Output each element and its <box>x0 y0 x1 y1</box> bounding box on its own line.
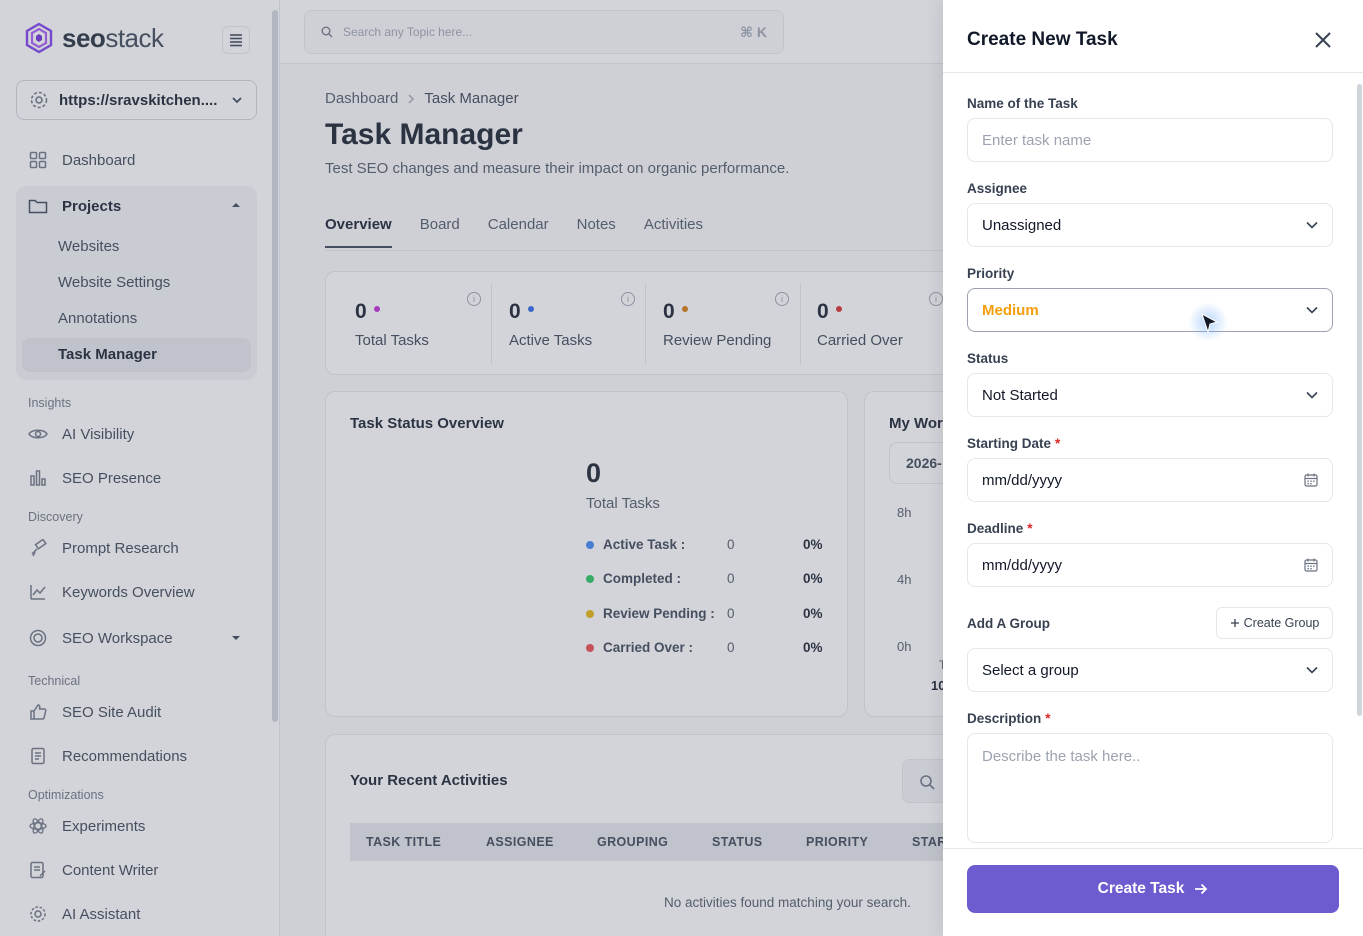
create-task-button[interactable]: Create Task <box>967 865 1339 913</box>
status-label: Status <box>967 351 1009 366</box>
close-icon <box>1315 32 1331 48</box>
priority-label: Priority <box>967 266 1015 281</box>
deadline-label-text: Deadline <box>967 521 1024 536</box>
description-label: Description * <box>967 711 1051 726</box>
modal-overlay[interactable] <box>0 0 943 936</box>
chevron-down-icon <box>1306 221 1318 229</box>
group-select[interactable]: Select a group <box>967 648 1333 692</box>
description-label-text: Description <box>967 711 1042 726</box>
create-task-drawer: Create New Task Name of the Task Enter t… <box>943 0 1363 936</box>
required-mark: * <box>1045 711 1051 726</box>
deadline-input[interactable]: mm/dd/yyyy <box>967 543 1333 587</box>
mouse-cursor-icon <box>1201 312 1219 334</box>
deadline-value: mm/dd/yyyy <box>982 556 1063 574</box>
starting-date-label: Starting Date * <box>967 436 1060 451</box>
starting-date-value: mm/dd/yyyy <box>982 471 1063 489</box>
drawer-scrollbar[interactable] <box>1357 84 1362 716</box>
starting-date-label-text: Starting Date <box>967 436 1052 451</box>
required-mark: * <box>1027 521 1033 536</box>
assignee-value: Unassigned <box>982 216 1062 234</box>
priority-select[interactable]: Medium <box>967 288 1333 332</box>
group-value: Select a group <box>982 661 1079 679</box>
starting-date-input[interactable]: mm/dd/yyyy <box>967 458 1333 502</box>
drawer-title: Create New Task <box>967 29 1118 50</box>
task-name-placeholder: Enter task name <box>982 131 1092 149</box>
arrow-right-icon <box>1195 883 1208 895</box>
deadline-label: Deadline * <box>967 521 1033 536</box>
required-mark: * <box>1055 436 1061 451</box>
chevron-down-icon <box>1306 666 1318 674</box>
calendar-icon[interactable] <box>1304 558 1318 572</box>
plus-icon <box>1230 619 1239 627</box>
create-task-label: Create Task <box>1097 880 1185 897</box>
description-textarea[interactable]: Describe the task here.. <box>967 733 1333 843</box>
status-value: Not Started <box>982 386 1058 404</box>
add-group-label: Add A Group <box>967 616 1050 631</box>
create-group-label: Create Group <box>1243 616 1320 630</box>
task-name-input[interactable]: Enter task name <box>967 118 1333 162</box>
create-group-button[interactable]: Create Group <box>1216 607 1333 639</box>
drawer-header: Create New Task <box>943 0 1363 73</box>
assignee-label: Assignee <box>967 181 1028 196</box>
app-root: seostack https://sravskitchen.... Dashbo… <box>0 0 1363 936</box>
assignee-select[interactable]: Unassigned <box>967 203 1333 247</box>
priority-value: Medium <box>982 301 1039 319</box>
drawer-footer: Create Task <box>943 848 1363 936</box>
calendar-icon[interactable] <box>1304 473 1318 487</box>
task-name-label: Name of the Task <box>967 96 1078 111</box>
close-button[interactable] <box>1311 28 1335 52</box>
chevron-down-icon <box>1306 306 1318 314</box>
chevron-down-icon <box>1306 391 1318 399</box>
status-select[interactable]: Not Started <box>967 373 1333 417</box>
description-placeholder: Describe the task here.. <box>982 748 1141 765</box>
